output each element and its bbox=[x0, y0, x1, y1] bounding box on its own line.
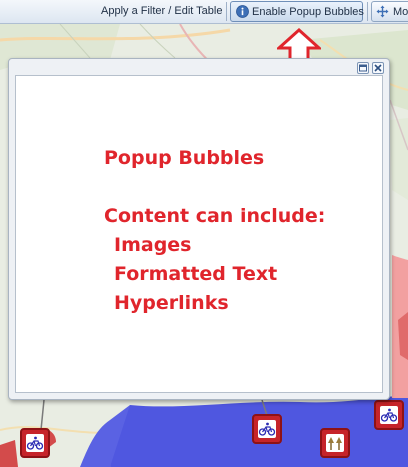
toolbar-separator bbox=[367, 2, 368, 21]
move-button-label: Mo bbox=[393, 6, 408, 18]
close-icon bbox=[374, 64, 382, 72]
popup-bubble[interactable]: Popup Bubbles Content can include: Image… bbox=[8, 58, 390, 400]
move-button[interactable]: Mo bbox=[371, 1, 408, 22]
bicycle-icon bbox=[258, 422, 276, 436]
popup-content: Popup Bubbles Content can include: Image… bbox=[104, 144, 325, 318]
enable-popup-bubbles-button[interactable]: Enable Popup Bubbles bbox=[230, 1, 364, 22]
map-toolbar: Apply a Filter / Edit Table Enable Popup… bbox=[0, 0, 408, 24]
content-item-images: Images bbox=[114, 234, 192, 256]
popup-title: Popup Bubbles bbox=[104, 147, 265, 169]
bicycle-icon bbox=[26, 436, 44, 450]
toolbar-separator bbox=[226, 2, 227, 21]
cycle-marker[interactable] bbox=[374, 400, 404, 430]
bicycle-icon bbox=[380, 408, 398, 422]
popup-close-button[interactable] bbox=[372, 62, 384, 74]
popup-dock-button[interactable] bbox=[357, 62, 369, 74]
tree-marker[interactable] bbox=[320, 428, 350, 458]
cycle-marker[interactable] bbox=[252, 414, 282, 444]
enable-popup-bubbles-label: Enable Popup Bubbles bbox=[252, 6, 364, 18]
apply-filter-link[interactable]: Apply a Filter / Edit Table bbox=[101, 5, 222, 17]
popup-subtitle: Content can include: bbox=[104, 205, 326, 227]
content-item-formatted-text: Formatted Text bbox=[114, 263, 278, 285]
content-item-hyperlinks: Hyperlinks bbox=[114, 292, 229, 314]
move-icon bbox=[376, 5, 389, 18]
cycle-marker[interactable] bbox=[20, 428, 50, 458]
info-icon bbox=[236, 5, 249, 18]
popup-content-area: Popup Bubbles Content can include: Image… bbox=[15, 75, 383, 393]
tree-icon bbox=[328, 437, 342, 450]
dock-icon bbox=[359, 64, 367, 72]
